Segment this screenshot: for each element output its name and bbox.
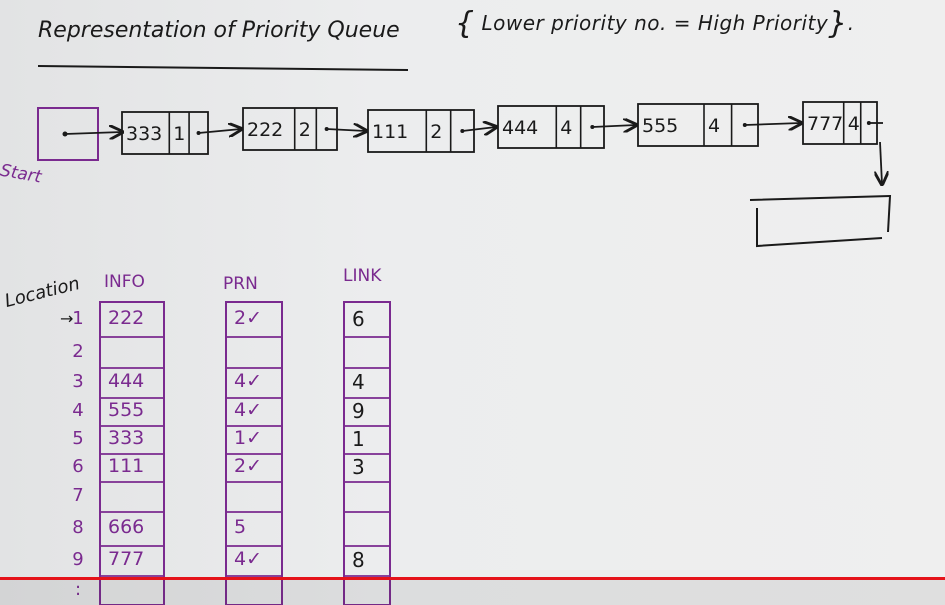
location-number: 8: [72, 517, 84, 538]
cell-prn: 2✓: [234, 306, 263, 329]
cell-prn: 4✓: [234, 370, 263, 392]
cell-prn: 4✓: [234, 548, 263, 570]
cell-info: 333: [108, 427, 145, 449]
cell-link: 4: [352, 370, 365, 394]
cell-info: 444: [108, 370, 145, 392]
cell-link: 3: [352, 455, 365, 479]
location-number: 4: [72, 400, 84, 421]
cell-prn: 5: [234, 516, 247, 538]
cell-link: 8: [352, 548, 365, 572]
cell-link: 6: [352, 306, 365, 331]
location-number: 6: [72, 456, 84, 477]
cell-prn: 4✓: [234, 399, 263, 421]
cell-info: 555: [108, 399, 145, 421]
location-number: 5: [72, 428, 84, 449]
cell-info: 111: [108, 455, 145, 477]
array-table: [99, 301, 391, 605]
location-number: 9: [72, 549, 84, 570]
cell-prn: 2✓: [234, 455, 263, 477]
cell-info: 222: [108, 306, 145, 329]
cell-info: 666: [108, 516, 145, 538]
video-controls-strip: [0, 580, 945, 605]
location-number: 1: [72, 307, 84, 329]
cell-link: 9: [352, 399, 365, 423]
location-number: 3: [72, 371, 84, 392]
cell-prn: 1✓: [234, 427, 263, 449]
cell-link: 1: [352, 427, 365, 451]
location-number: 2: [72, 340, 84, 362]
location-number: 7: [72, 485, 84, 506]
cell-info: 777: [108, 548, 145, 570]
